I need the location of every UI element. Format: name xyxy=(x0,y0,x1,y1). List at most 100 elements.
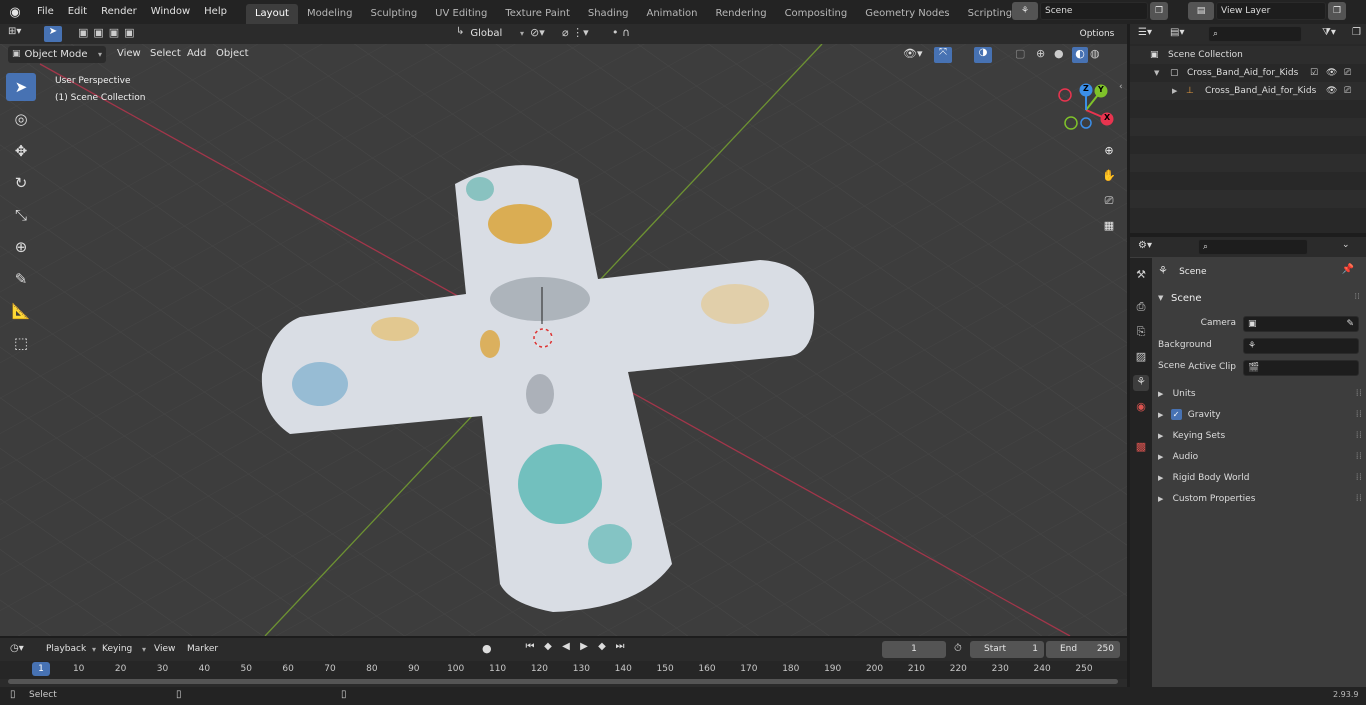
tab-sculpting[interactable]: Sculpting xyxy=(361,4,426,24)
3d-viewport[interactable] xyxy=(0,44,1127,636)
scene-icon[interactable]: ⚘ xyxy=(1012,2,1038,20)
outliner-editor-type-icon[interactable]: ☰▾ xyxy=(1138,27,1152,38)
material-shading-icon[interactable]: ◐ xyxy=(1072,47,1088,63)
add-cube-tool-icon[interactable]: ⬚ xyxy=(6,329,36,357)
menu-help[interactable]: Help xyxy=(197,0,234,24)
world-tab-icon[interactable]: ◉ xyxy=(1133,400,1149,416)
tab-modeling[interactable]: Modeling xyxy=(298,4,362,24)
gravity-subpanel[interactable]: ▶ ✓ Gravity ⁞⁞ xyxy=(1158,404,1362,425)
outliner-row-collection[interactable]: ▼ ▢ Cross_Band_Aid_for_Kids ☑ 👁 ⎚ xyxy=(1130,64,1366,82)
record-icon[interactable]: ● xyxy=(482,642,492,655)
menu-add[interactable]: Add xyxy=(187,45,206,63)
eyedropper-icon[interactable]: ✎ xyxy=(1346,317,1354,331)
drag-handle-icon[interactable]: ⁞⁞ xyxy=(1356,446,1362,467)
current-frame-field[interactable]: 1 xyxy=(882,641,946,658)
tab-rendering[interactable]: Rendering xyxy=(706,4,775,24)
audio-subpanel[interactable]: ▶ Audio ⁞⁞ xyxy=(1158,446,1362,467)
units-subpanel[interactable]: ▶ Units ⁞⁞ xyxy=(1158,383,1362,404)
menu-view[interactable]: View xyxy=(117,45,141,63)
drag-handle-icon[interactable]: ⁞⁞ xyxy=(1356,488,1362,509)
gizmo-toggle-icon[interactable]: ⤧ xyxy=(934,47,952,63)
measure-tool-icon[interactable]: 📐 xyxy=(6,297,36,325)
tab-compositing[interactable]: Compositing xyxy=(776,4,857,24)
menu-window[interactable]: Window xyxy=(144,0,197,24)
camera-icon[interactable]: ⎚ xyxy=(1344,64,1351,82)
playback-dropdown[interactable]: Playback ▾ xyxy=(40,641,96,658)
selection-mode-icons[interactable]: ▣▣▣▣ xyxy=(78,26,160,42)
select-tool-icon[interactable]: ➤ xyxy=(44,26,62,42)
properties-editor-type-icon[interactable]: ⚙▾ xyxy=(1138,240,1152,251)
camera-view-icon[interactable]: ⎚ xyxy=(1100,194,1118,210)
play-reverse-icon[interactable]: ◀ xyxy=(558,641,574,658)
start-frame-field[interactable]: Start 1 xyxy=(970,641,1044,658)
drag-handle-icon[interactable]: ⁞⁞ xyxy=(1354,292,1360,302)
tab-texture-paint[interactable]: Texture Paint xyxy=(496,4,579,24)
gravity-checkbox[interactable]: ✓ xyxy=(1170,409,1182,420)
eye-icon[interactable]: 👁 xyxy=(1326,82,1337,100)
rotate-tool-icon[interactable]: ↻ xyxy=(6,169,36,197)
view-layer-icon[interactable]: ▤ xyxy=(1188,2,1214,20)
expand-arrow-icon[interactable]: ▼ xyxy=(1154,64,1159,82)
active-clip-field[interactable]: 🎬 xyxy=(1243,360,1359,376)
options-dropdown[interactable]: Options xyxy=(1070,25,1124,43)
navigation-gizmo[interactable]: X Y Z xyxy=(1055,80,1117,136)
menu-object[interactable]: Object xyxy=(216,45,249,63)
rendered-shading-icon[interactable]: ◍ xyxy=(1090,47,1106,63)
blender-logo-icon[interactable]: ◉ xyxy=(0,5,30,20)
output-tab-icon[interactable]: ⎘ xyxy=(1133,325,1149,341)
display-mode-icon[interactable]: ▤▾ xyxy=(1170,27,1184,38)
outliner-row-scene-collection[interactable]: ▣ Scene Collection xyxy=(1130,46,1366,64)
cursor-tool-icon[interactable]: ◎ xyxy=(6,105,36,133)
xray-icon[interactable]: ▢ xyxy=(1015,47,1025,60)
timeline-view-menu[interactable]: View xyxy=(154,640,175,658)
zoom-icon[interactable]: ⊕ xyxy=(1100,144,1118,160)
orientation-dropdown[interactable]: ↳ Global ▾ xyxy=(456,26,524,42)
jump-end-icon[interactable]: ⏭ xyxy=(612,641,628,658)
timeline-editor-type-icon[interactable]: ◷▾ xyxy=(10,643,24,654)
sidebar-toggle-icon[interactable]: ‹ xyxy=(1119,82,1123,92)
pin-icon[interactable]: 📌 xyxy=(1342,264,1354,275)
stopwatch-icon[interactable]: ⏱ xyxy=(954,643,962,654)
play-icon[interactable]: ▶ xyxy=(576,641,592,658)
scene-tab-icon[interactable]: ⚘ xyxy=(1133,375,1149,391)
tab-shading[interactable]: Shading xyxy=(579,4,638,24)
end-frame-field[interactable]: End 250 xyxy=(1046,641,1120,658)
scene-selector[interactable]: ⚘ Scene ❐ xyxy=(1012,2,1174,20)
select-box-tool-icon[interactable]: ➤ xyxy=(6,73,36,101)
timeline-scrollbar[interactable] xyxy=(8,679,1118,684)
keying-dropdown[interactable]: Keying ▾ xyxy=(98,641,146,658)
menu-select[interactable]: Select xyxy=(150,45,181,63)
eye-icon[interactable]: 👁 xyxy=(1326,64,1337,82)
timeline-marker-menu[interactable]: Marker xyxy=(187,640,218,658)
tool-tab-icon[interactable]: ⚒ xyxy=(1133,268,1149,284)
camera-field[interactable]: ▣ ✎ xyxy=(1243,316,1359,332)
expand-arrow-icon[interactable]: ▶ xyxy=(1172,82,1177,100)
custom-properties-subpanel[interactable]: ▶ Custom Properties ⁞⁞ xyxy=(1158,488,1362,509)
menu-render[interactable]: Render xyxy=(94,0,144,24)
annotate-tool-icon[interactable]: ✎ xyxy=(6,265,36,293)
rigid-body-world-subpanel[interactable]: ▶ Rigid Body World ⁞⁞ xyxy=(1158,467,1362,488)
view-layer-selector[interactable]: ▤ View Layer ❐ xyxy=(1188,2,1364,20)
perspective-toggle-icon[interactable]: ▦ xyxy=(1100,219,1118,235)
pivot-icon[interactable]: ⊘▾ xyxy=(530,26,554,39)
wireframe-shading-icon[interactable]: ⊕ xyxy=(1036,47,1052,63)
overlay-toggle-icon[interactable]: ◑ xyxy=(974,47,992,63)
properties-search-input[interactable]: ⌕ xyxy=(1198,239,1308,255)
background-scene-field[interactable]: ⚘ xyxy=(1243,338,1359,354)
checkbox-icon[interactable]: ☑ xyxy=(1310,64,1318,82)
tab-uv-editing[interactable]: UV Editing xyxy=(426,4,496,24)
tab-geometry-nodes[interactable]: Geometry Nodes xyxy=(856,4,958,24)
scale-tool-icon[interactable]: ⤡ xyxy=(6,201,36,229)
camera-icon[interactable]: ⎚ xyxy=(1344,82,1351,100)
drag-handle-icon[interactable]: ⁞⁞ xyxy=(1356,383,1362,404)
editor-type-button[interactable]: ⊞▾ xyxy=(8,26,34,42)
menu-file[interactable]: File xyxy=(30,0,61,24)
filter-icon[interactable]: ⧩▾ xyxy=(1322,27,1336,38)
transform-tool-icon[interactable]: ⊕ xyxy=(6,233,36,261)
copy-view-layer-icon[interactable]: ❐ xyxy=(1328,2,1346,20)
render-tab-icon[interactable]: ⎙ xyxy=(1133,300,1149,316)
texture-tab-icon[interactable]: ▩ xyxy=(1133,440,1149,456)
view-layer-field[interactable]: View Layer xyxy=(1216,2,1326,20)
proportional-edit-icon[interactable]: • ∩ xyxy=(612,26,656,39)
visibility-icon[interactable]: 👁▾ xyxy=(903,47,923,60)
